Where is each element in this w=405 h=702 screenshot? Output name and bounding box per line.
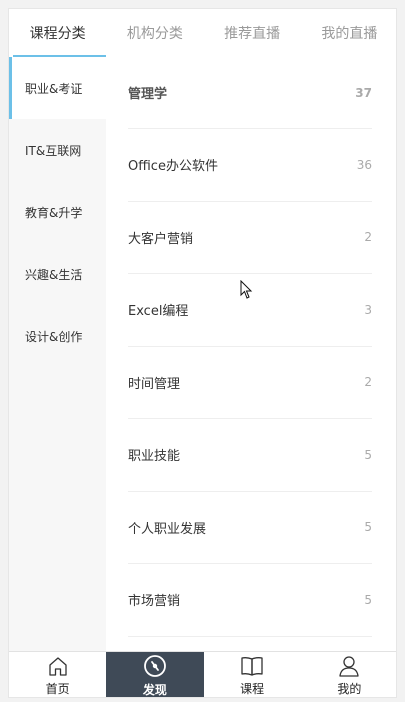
list-item[interactable]: 管理学 37 <box>128 57 372 129</box>
subcategory-name: 管理学 <box>128 87 168 102</box>
sidebar-item-label: 职业&考证 <box>25 81 83 96</box>
subcategory-list: 管理学 37 Office办公软件 36 大客户营销 2 Excel编程 3 时间管理 2… <box>106 57 396 651</box>
nav-label: 首页 <box>45 681 70 696</box>
tab-label: 推荐直播 <box>224 26 281 42</box>
sidebar-item-education[interactable]: 教育&升学 <box>9 181 106 243</box>
list-item[interactable]: 职业技能 5 <box>128 419 372 492</box>
mouse-cursor-icon <box>240 280 253 299</box>
tab-recommended-live[interactable]: 推荐直播 <box>204 9 301 57</box>
course-count: 5 <box>364 520 372 535</box>
nav-courses[interactable]: 课程 <box>204 652 301 697</box>
subcategory-name: 个人职业发展 <box>128 521 207 537</box>
subcategory-name: 职业技能 <box>128 449 181 465</box>
course-count: 37 <box>355 85 372 100</box>
nav-discover[interactable]: 发现 <box>106 652 204 697</box>
list-item[interactable]: 市场营销 5 <box>128 564 372 637</box>
sidebar-item-hobby-life[interactable]: 兴趣&生活 <box>9 243 106 305</box>
nav-mine[interactable]: 我的 <box>301 652 396 697</box>
subcategory-name: 市场营销 <box>128 594 181 610</box>
tab-my-live[interactable]: 我的直播 <box>301 9 396 57</box>
category-sidebar: 职业&考证 IT&互联网 教育&升学 兴趣&生活 设计&创作 <box>9 57 106 651</box>
nav-label: 我的 <box>337 681 362 696</box>
app-screen: 课程分类 机构分类 推荐直播 我的直播 职业&考证 IT&互联网 教育&升学 兴… <box>8 8 397 698</box>
tab-course-category[interactable]: 课程分类 <box>9 9 107 57</box>
sidebar-item-label: 兴趣&生活 <box>25 267 83 282</box>
course-count: 36 <box>356 157 372 172</box>
subcategory-name: 大客户营销 <box>128 231 194 247</box>
subcategory-name: Excel编程 <box>128 304 189 320</box>
nav-label: 课程 <box>240 681 265 696</box>
tab-label: 课程分类 <box>29 26 86 42</box>
sidebar-item-label: 设计&创作 <box>25 329 83 344</box>
list-item[interactable]: 个人职业发展 5 <box>128 492 372 564</box>
sidebar-item-label: 教育&升学 <box>25 205 83 220</box>
sidebar-item-label: IT&互联网 <box>25 143 82 158</box>
course-count: 5 <box>364 592 372 607</box>
sidebar-item-career-certification[interactable]: 职业&考证 <box>9 57 106 119</box>
top-tab-bar: 课程分类 机构分类 推荐直播 我的直播 <box>9 9 396 57</box>
nav-home[interactable]: 首页 <box>9 652 106 697</box>
bottom-nav-bar: 首页 发现 课程 我的 <box>9 651 396 697</box>
list-item[interactable]: 大客户营销 2 <box>128 202 372 274</box>
course-count: 2 <box>364 375 372 390</box>
compass-icon <box>143 654 166 677</box>
user-icon <box>339 655 360 677</box>
nav-label: 发现 <box>142 682 167 697</box>
course-count: 5 <box>364 447 372 462</box>
sidebar-item-design-creation[interactable]: 设计&创作 <box>9 305 106 367</box>
sidebar-item-it-internet[interactable]: IT&互联网 <box>9 119 106 181</box>
subcategory-name: Office办公软件 <box>128 159 218 175</box>
book-icon <box>241 656 263 676</box>
home-icon <box>48 656 67 676</box>
subcategory-name: 时间管理 <box>128 376 181 392</box>
course-count: 3 <box>364 302 372 317</box>
course-count: 2 <box>364 230 372 245</box>
tab-institution-category[interactable]: 机构分类 <box>106 9 203 57</box>
tab-label: 我的直播 <box>321 26 378 42</box>
list-item[interactable]: Office办公软件 36 <box>128 129 372 202</box>
tab-label: 机构分类 <box>126 26 183 42</box>
list-item[interactable]: 时间管理 2 <box>128 347 372 419</box>
